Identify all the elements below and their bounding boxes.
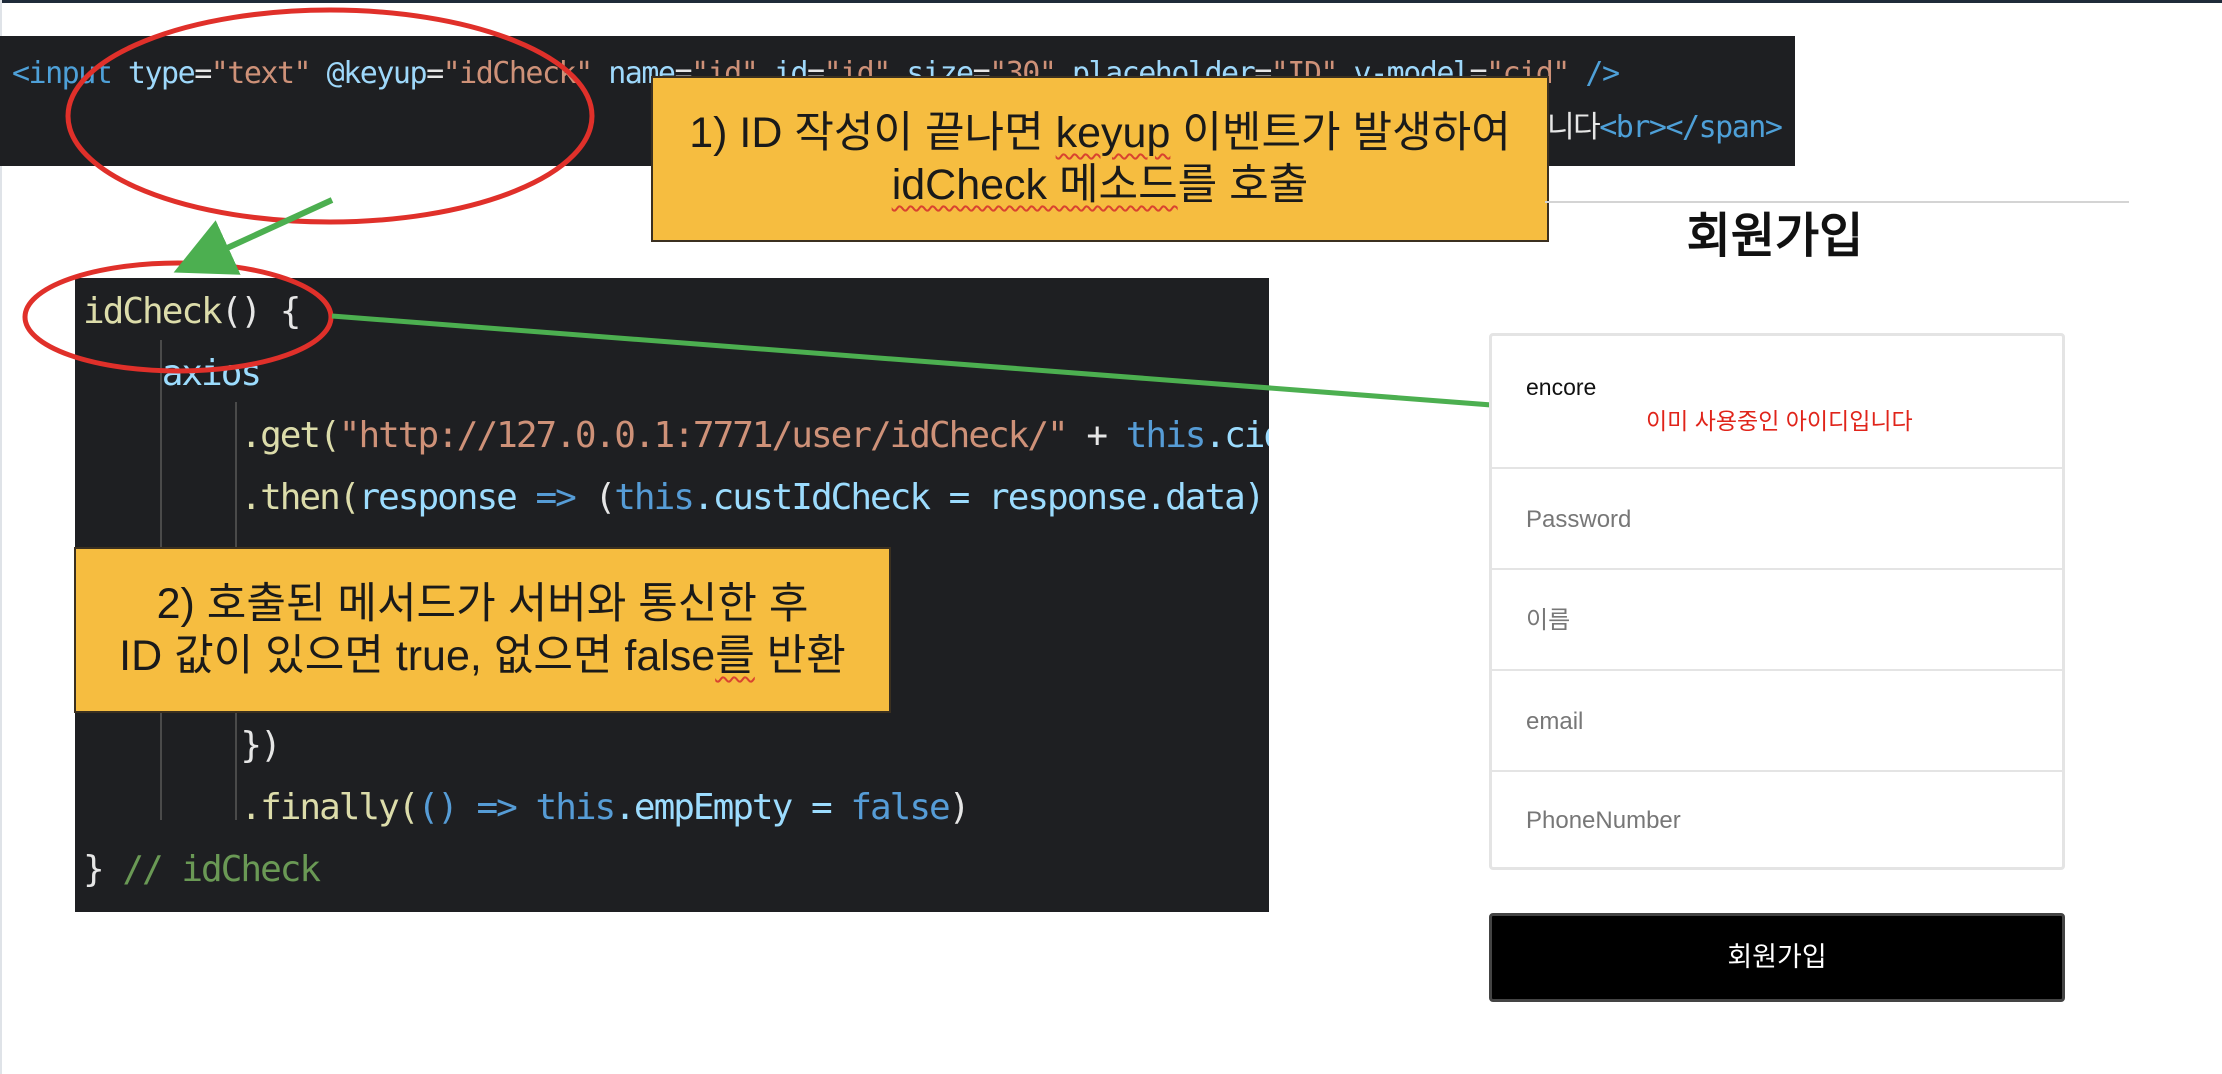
arrow-to-error <box>331 313 1637 438</box>
highlight-oval-idcheck <box>22 260 334 374</box>
signup-form: encore 이미 사용중인 아이디입니다 Password 이름 email … <box>1489 333 2065 870</box>
id-field[interactable]: encore 이미 사용중인 아이디입니다 <box>1492 336 2062 469</box>
page-title: 회원가입 <box>1686 210 1864 263</box>
name-field[interactable]: 이름 <box>1492 570 2062 671</box>
signup-button[interactable]: 회원가입 <box>1489 913 2065 1002</box>
password-field[interactable]: Password <box>1492 469 2062 570</box>
email-field[interactable]: email <box>1492 671 2062 772</box>
id-error-message: 이미 사용중인 아이디입니다 <box>1646 408 1913 434</box>
id-input-value[interactable]: encore <box>1526 374 1596 401</box>
phone-field[interactable]: PhoneNumber <box>1492 772 2062 870</box>
highlight-oval-keyup <box>65 7 595 225</box>
